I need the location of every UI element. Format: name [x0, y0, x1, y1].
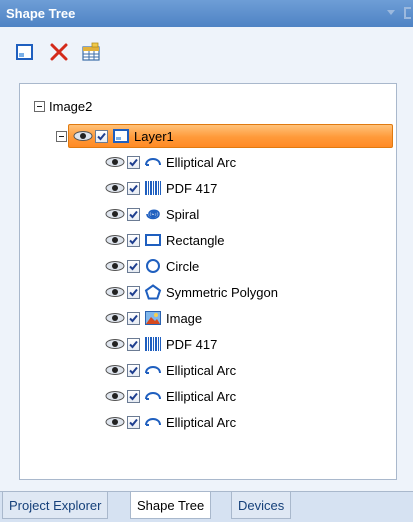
checkmark-icon [129, 340, 138, 348]
checkmark-icon [129, 288, 138, 296]
panel-title: Shape Tree [6, 6, 76, 21]
checkmark-icon [129, 158, 138, 166]
eye-icon[interactable] [105, 208, 125, 220]
elliptical-arc-icon [144, 388, 162, 404]
tree-node-shape[interactable]: Elliptical Arc [105, 410, 236, 434]
checkmark-icon [129, 418, 138, 426]
visibility-checkbox[interactable] [127, 233, 140, 247]
collapse-toggle[interactable] [34, 100, 45, 112]
collapse-toggle[interactable] [56, 130, 67, 142]
visibility-checkbox[interactable] [127, 155, 140, 169]
tree-node-layer[interactable]: Layer1 [56, 124, 174, 148]
eye-icon[interactable] [105, 286, 125, 298]
tree-node-shape[interactable]: Elliptical Arc [105, 150, 236, 174]
eye-icon[interactable] [73, 130, 93, 142]
dropdown-arrow-icon[interactable] [387, 10, 395, 15]
new-shape-button[interactable] [14, 41, 36, 63]
layer-icon [112, 128, 130, 144]
tree-node-shape[interactable]: PDF 417 [105, 332, 217, 356]
tree-node-label: Layer1 [134, 128, 174, 144]
properties-button[interactable] [80, 41, 102, 63]
tree-node-shape[interactable]: Image [105, 306, 202, 330]
checkmark-icon [129, 392, 138, 400]
elliptical-arc-icon [144, 362, 162, 378]
visibility-checkbox[interactable] [127, 311, 140, 325]
tree-node-label: PDF 417 [166, 336, 218, 352]
visibility-checkbox[interactable] [127, 181, 140, 195]
visibility-checkbox[interactable] [127, 415, 140, 429]
tree-node-shape[interactable]: Symmetric Polygon [105, 280, 278, 304]
tab-devices[interactable]: Devices [231, 492, 292, 519]
visibility-checkbox[interactable] [127, 285, 140, 299]
tree-node-label: Symmetric Polygon [166, 284, 278, 300]
tree-node-label: Elliptical Arc [166, 154, 237, 170]
tree-node-shape[interactable]: Elliptical Arc [105, 384, 236, 408]
shape-tree-view[interactable]: Image2 Layer1 Elliptical Arc PDF 417 Spi… [19, 83, 397, 480]
tree-node-label: Elliptical Arc [166, 388, 237, 404]
spiral-icon [144, 206, 162, 222]
elliptical-arc-icon [144, 154, 162, 170]
tree-node-label: Image [166, 310, 203, 326]
visibility-checkbox[interactable] [95, 129, 108, 143]
tree-node-root[interactable]: Image2 [34, 94, 92, 118]
eye-icon[interactable] [105, 338, 125, 350]
pin-icon[interactable] [404, 7, 411, 19]
tree-node-shape[interactable]: Elliptical Arc [105, 358, 236, 382]
new-document-icon [16, 44, 33, 60]
elliptical-arc-icon [144, 414, 162, 430]
tree-node-label: Elliptical Arc [166, 362, 237, 378]
tab-project-explorer[interactable]: Project Explorer [2, 492, 109, 519]
visibility-checkbox[interactable] [127, 259, 140, 273]
panel-title-bar[interactable]: Shape Tree [0, 0, 413, 27]
rectangle-icon [144, 232, 162, 248]
tree-node-label: Image2 [49, 98, 93, 114]
polygon-icon [144, 284, 162, 300]
toolbar [0, 27, 413, 80]
eye-icon[interactable] [105, 234, 125, 246]
checkmark-icon [129, 366, 138, 374]
barcode-icon [144, 336, 162, 352]
visibility-checkbox[interactable] [127, 363, 140, 377]
checkmark-icon [129, 210, 138, 218]
eye-icon[interactable] [105, 182, 125, 194]
checkmark-icon [97, 132, 106, 140]
delete-button[interactable] [48, 41, 70, 63]
visibility-checkbox[interactable] [127, 337, 140, 351]
checkmark-icon [129, 236, 138, 244]
eye-icon[interactable] [105, 260, 125, 272]
panel-tab-strip: Project Explorer Shape Tree Devices [0, 491, 413, 522]
barcode-icon [144, 180, 162, 196]
circle-icon [144, 258, 162, 274]
visibility-checkbox[interactable] [127, 207, 140, 221]
tree-node-label: Elliptical Arc [166, 414, 237, 430]
tree-node-label: Rectangle [166, 232, 225, 248]
eye-icon[interactable] [105, 416, 125, 428]
tab-shape-tree[interactable]: Shape Tree [130, 492, 212, 519]
checkmark-icon [129, 184, 138, 192]
tree-node-shape[interactable]: Spiral [105, 202, 199, 226]
tree-node-shape[interactable]: Circle [105, 254, 199, 278]
eye-icon[interactable] [105, 312, 125, 324]
image-icon [144, 310, 162, 326]
tree-node-label: Spiral [166, 206, 200, 222]
tree-node-label: Circle [166, 258, 200, 274]
eye-icon[interactable] [105, 390, 125, 402]
eye-icon[interactable] [105, 156, 125, 168]
tree-node-label: PDF 417 [166, 180, 218, 196]
tree-node-shape[interactable]: PDF 417 [105, 176, 217, 200]
properties-grid-icon [82, 42, 100, 61]
eye-icon[interactable] [105, 364, 125, 376]
checkmark-icon [129, 262, 138, 270]
shape-tree-panel: Shape Tree Image2 Layer1 Elliptical Arc … [0, 0, 413, 522]
delete-x-icon [50, 43, 68, 61]
tree-node-shape[interactable]: Rectangle [105, 228, 225, 252]
checkmark-icon [129, 314, 138, 322]
visibility-checkbox[interactable] [127, 389, 140, 403]
